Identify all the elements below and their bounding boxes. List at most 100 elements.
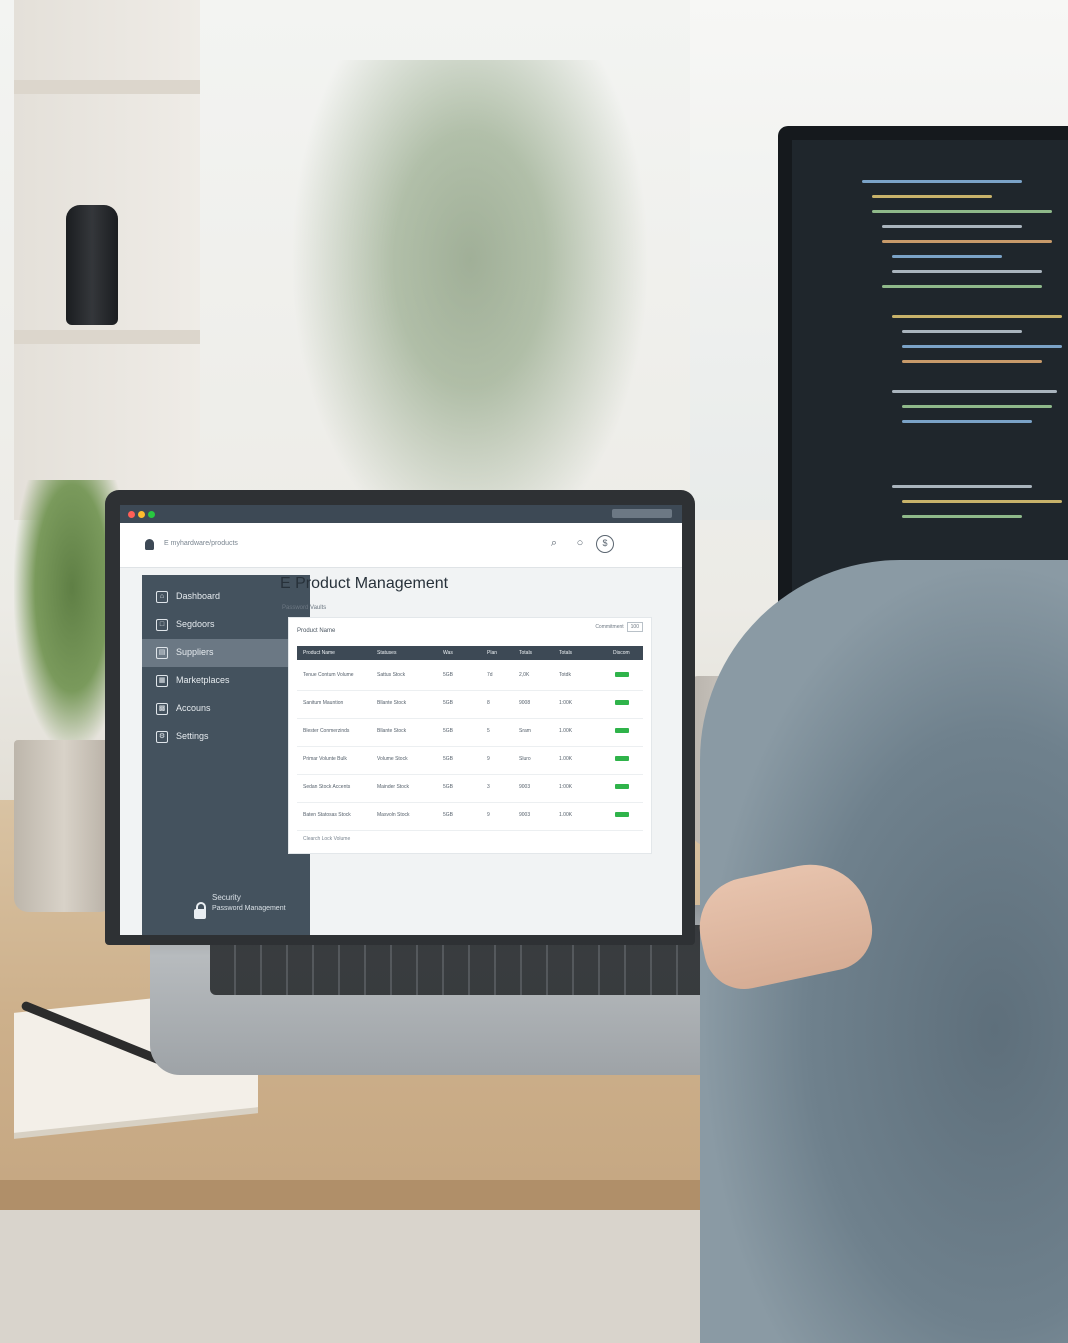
security-label: Security	[212, 893, 241, 902]
search-icon[interactable]: ⌕	[546, 535, 562, 551]
minimize-window-button[interactable]	[138, 511, 145, 518]
commitment-label: Commitment	[595, 624, 624, 630]
sidebar-item-label: Segdoors	[176, 619, 215, 629]
table-cell: 5	[487, 728, 490, 734]
table-cell: Sedan Stock Accents	[303, 784, 351, 790]
table-cell: 5GB	[443, 672, 454, 678]
status-indicator	[615, 672, 629, 677]
shelf-board	[14, 80, 200, 94]
shelf-board	[14, 330, 200, 344]
status-indicator	[615, 728, 629, 733]
page-subtitle: Password Vaults	[282, 605, 327, 611]
gear-icon: ⚙	[156, 731, 168, 743]
column-header[interactable]: Totals	[559, 650, 572, 656]
photo-scene: E myhardware/products ⌕ ○ $ ⌂ Dashboard …	[0, 0, 1068, 1343]
password-management-label: Password Management	[212, 905, 286, 912]
table-cell: Sluro	[519, 756, 531, 762]
table-cell: 1.00K	[559, 728, 573, 734]
table-cell: Baten Statosas Stock	[303, 812, 351, 818]
status-indicator	[615, 784, 629, 789]
sidebar-item-suppliers[interactable]: ▤ Suppliers	[142, 639, 310, 667]
box-icon: □	[156, 619, 168, 631]
maximize-window-button[interactable]	[148, 511, 155, 518]
truck-icon: ▤	[156, 647, 168, 659]
bell-icon[interactable]: ○	[572, 535, 588, 551]
table-cell: 2,0K	[519, 672, 530, 678]
table-cell: Sanitum Mauntion	[303, 700, 344, 706]
table-cell: Bllante Stock	[377, 728, 407, 734]
table-cell: 5GB	[443, 756, 454, 762]
table-cell: 9003	[519, 784, 531, 790]
table-cell: 5GB	[443, 728, 454, 734]
table-header: Product Name Statuses Was Plan Totals To…	[297, 646, 643, 660]
table-cell: 1.00K	[559, 756, 573, 762]
table-cell: 9	[487, 756, 490, 762]
sidebar-item-label: Dashboard	[176, 591, 221, 601]
table-cell: 9003	[519, 812, 531, 818]
user-icon[interactable]: $	[596, 535, 614, 553]
table-cell: Totdk	[559, 672, 571, 678]
table-cell: 3	[487, 784, 490, 790]
app-name: E myhardware/products	[164, 540, 238, 547]
table-row[interactable]: Sanitum Mauntion Bllante Stock 5GB 8 9008 1:0…	[297, 690, 643, 719]
table-cell: Sram	[519, 728, 531, 734]
table-cell: 5GB	[443, 700, 454, 706]
laptop-screen: E myhardware/products ⌕ ○ $ ⌂ Dashboard …	[120, 505, 682, 935]
bottle	[66, 205, 118, 325]
table-cell: 1:00K	[559, 700, 573, 706]
sidebar-item-label: Suppliers	[176, 647, 214, 657]
status-indicator	[615, 756, 629, 761]
column-header[interactable]: Was	[443, 650, 453, 656]
sidebar-item-label: Marketplaces	[176, 675, 230, 685]
lock-icon	[194, 902, 206, 919]
sidebar-item-settings[interactable]: ⚙ Settings	[142, 723, 310, 751]
home-icon: ⌂	[156, 591, 168, 603]
table-cell: Bllante Stock	[377, 700, 407, 706]
column-header[interactable]: Statuses	[377, 650, 396, 656]
table-cell: 9008	[519, 700, 531, 706]
background-plant	[290, 60, 650, 560]
sidebar-item-label: Settings	[176, 731, 209, 741]
sidebar-item-label: Accouns	[176, 703, 211, 713]
table-row[interactable]: Sedan Stock Accents Mainder Stock 5GB 3 9003…	[297, 774, 643, 803]
close-window-button[interactable]	[128, 511, 135, 518]
column-header[interactable]: Totals	[519, 650, 532, 656]
column-header[interactable]: Discom	[613, 650, 630, 656]
table-cell: Primar Volunte Bulk	[303, 756, 347, 762]
table-row[interactable]: Primar Volunte Bulk Volume Stock 5GB 9 Sluro…	[297, 746, 643, 775]
table-row[interactable]: Blester Conmerzinds Bllante Stock 5GB 5 Sram…	[297, 718, 643, 747]
table-cell: 9	[487, 812, 490, 818]
code-editor-screen	[792, 140, 1068, 620]
table-cell: 1.00K	[559, 812, 573, 818]
commitment-value[interactable]: 100	[626, 622, 643, 632]
column-header[interactable]: Product Name	[303, 650, 335, 656]
table-cell: Volume Stock	[377, 756, 408, 762]
commitment-control[interactable]: Commitment 100	[595, 622, 643, 632]
sidebar-item-segdoors[interactable]: □ Segdoors	[142, 611, 310, 639]
table-cell: 5GB	[443, 812, 454, 818]
table-cell: Tenue Contum Volume	[303, 672, 354, 678]
sidebar-item-accounts[interactable]: ▩ Accouns	[142, 695, 310, 723]
window-titlebar	[120, 505, 682, 523]
sidebar-item-marketplaces[interactable]: ▦ Marketplaces	[142, 667, 310, 695]
plant-pot	[14, 740, 114, 912]
security-section[interactable]: Security Password Management	[212, 893, 286, 912]
table-row[interactable]: Tenue Contum Volume Sattus Stock 5GB 7d 2,0K…	[297, 662, 643, 691]
table-cell: 8	[487, 700, 490, 706]
store-icon: ▦	[156, 675, 168, 687]
table-cell: Mainder Stock	[377, 784, 409, 790]
sidebar: ⌂ Dashboard □ Segdoors ▤ Suppliers ▦ Mar…	[142, 575, 310, 935]
table-cell: 5GB	[443, 784, 454, 790]
card-label: Product Name	[297, 628, 336, 634]
table-cell: 1:00K	[559, 784, 573, 790]
status-indicator	[615, 700, 629, 705]
card-footer: Clearch Lock Volume	[303, 836, 351, 842]
product-table-card: Product Name Commitment 100 Product Name …	[288, 617, 652, 854]
page-title: E Product Management	[280, 575, 449, 592]
titlebar-controls	[612, 509, 672, 518]
table-cell: Sattus Stock	[377, 672, 406, 678]
table-cell: Blester Conmerzinds	[303, 728, 350, 734]
table-row[interactable]: Baten Statosas Stock Masvoln Stock 5GB 9 900…	[297, 802, 643, 831]
status-indicator	[615, 812, 629, 817]
column-header[interactable]: Plan	[487, 650, 497, 656]
